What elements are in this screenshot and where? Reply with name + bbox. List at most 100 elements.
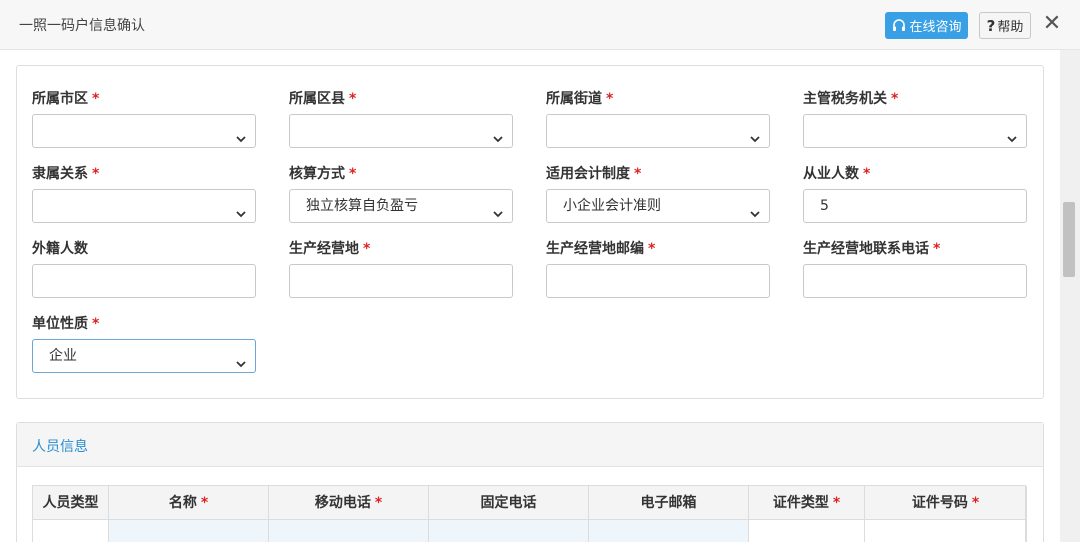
required-asterisk: * xyxy=(349,91,357,107)
column-header-label: 移动电话 xyxy=(314,495,371,511)
required-asterisk: * xyxy=(200,495,209,511)
field-label: 所属街道 * xyxy=(546,88,613,108)
field-label-text: 所属街道 xyxy=(546,91,602,107)
field-label: 生产经营地联系电话 * xyxy=(803,238,940,258)
close-icon[interactable]: ✕ xyxy=(1042,13,1062,36)
text-field[interactable] xyxy=(289,264,513,298)
required-asterisk: * xyxy=(648,241,656,257)
select-field[interactable] xyxy=(803,114,1027,148)
field-label-text: 从业人数 xyxy=(803,166,859,182)
chevron-down-icon xyxy=(1006,125,1018,143)
required-asterisk: * xyxy=(971,495,980,511)
help-label: 帮助 xyxy=(997,20,1024,35)
field-label: 生产经营地邮编 * xyxy=(546,238,655,258)
required-asterisk: * xyxy=(363,241,371,257)
field-label: 主管税务机关 * xyxy=(803,88,898,108)
table-cell[interactable] xyxy=(865,520,1027,542)
personnel-table-header: 人员类型 名称 * 移动电话 * 固定电话 电子邮箱 证件类型 * 证件号码 * xyxy=(33,486,1027,520)
select-field[interactable]: 独立核算自负盈亏 xyxy=(289,189,513,223)
required-asterisk: * xyxy=(606,91,614,107)
field-label-text: 隶属关系 xyxy=(32,166,88,182)
required-asterisk: * xyxy=(92,91,100,107)
help-button[interactable]: ? 帮助 xyxy=(979,12,1031,39)
field-value: 企业 xyxy=(49,348,77,364)
field-value: 5 xyxy=(820,198,829,214)
scrollbar-thumb[interactable] xyxy=(1063,202,1075,277)
column-header-label: 证件号码 xyxy=(911,495,968,511)
required-asterisk: * xyxy=(349,166,357,182)
table-row[interactable] xyxy=(33,520,1027,542)
text-field[interactable] xyxy=(32,264,256,298)
required-asterisk: * xyxy=(634,166,642,182)
chevron-down-icon xyxy=(749,125,761,143)
table-cell[interactable] xyxy=(429,520,589,542)
select-field[interactable]: 小企业会计准则 xyxy=(546,189,770,223)
field-label: 适用会计制度 * xyxy=(546,163,641,183)
column-header: 固定电话 xyxy=(429,486,589,520)
scrollbar-track[interactable] xyxy=(1060,50,1080,542)
column-header: 移动电话 * xyxy=(269,486,429,520)
column-header: 电子邮箱 xyxy=(589,486,749,520)
select-field[interactable] xyxy=(32,189,256,223)
chevron-down-icon xyxy=(235,350,247,368)
enterprise-info-panel: 所属市区 * 所属区县 * 所属街道 * 主管税务机关 * 隶属关系 * 核算方式 * 独立核算自负盈亏… xyxy=(16,65,1044,399)
field-label: 从业人数 * xyxy=(803,163,870,183)
table-cell[interactable] xyxy=(749,520,865,542)
field-label-text: 核算方式 xyxy=(289,166,345,182)
chevron-down-icon xyxy=(749,200,761,218)
chevron-down-icon xyxy=(492,200,504,218)
select-field[interactable] xyxy=(546,114,770,148)
table-cell[interactable] xyxy=(589,520,749,542)
online-consult-button[interactable]: 在线咨询 xyxy=(885,12,968,39)
field-label: 所属市区 * xyxy=(32,88,99,108)
select-field[interactable]: 企业 xyxy=(32,339,256,373)
dialog-title: 一照一码户信息确认 xyxy=(19,18,145,34)
column-header-label: 固定电话 xyxy=(480,495,537,511)
field-label: 生产经营地 * xyxy=(289,238,370,258)
field-label: 所属区县 * xyxy=(289,88,356,108)
required-asterisk: * xyxy=(92,166,100,182)
text-field[interactable] xyxy=(546,264,770,298)
required-asterisk: * xyxy=(863,166,871,182)
field-label-text: 单位性质 xyxy=(32,316,88,332)
field-label: 核算方式 * xyxy=(289,163,356,183)
required-asterisk: * xyxy=(933,241,941,257)
column-header-label: 人员类型 xyxy=(42,495,99,511)
column-header: 人员类型 xyxy=(33,486,109,520)
column-header-label: 电子邮箱 xyxy=(640,495,697,511)
required-asterisk: * xyxy=(92,316,100,332)
field-label: 单位性质 * xyxy=(32,313,99,333)
field-label-text: 外籍人数 xyxy=(32,241,88,257)
column-header-label: 证件类型 xyxy=(772,495,829,511)
table-cell[interactable] xyxy=(33,520,109,542)
required-asterisk: * xyxy=(832,495,841,511)
chevron-down-icon xyxy=(235,200,247,218)
personnel-info-title: 人员信息 xyxy=(32,439,88,455)
personnel-info-panel: 人员信息 人员类型 名称 * 移动电话 * 固定电话 电子邮箱 证件类型 * 证件号码 * xyxy=(16,422,1044,542)
required-asterisk: * xyxy=(891,91,899,107)
table-cell[interactable] xyxy=(109,520,269,542)
field-value: 独立核算自负盈亏 xyxy=(306,198,418,214)
dialog-titlebar: 一照一码户信息确认 在线咨询 ? 帮助 ✕ xyxy=(0,0,1080,50)
field-label-text: 所属区县 xyxy=(289,91,345,107)
table-cell[interactable] xyxy=(269,520,429,542)
select-field[interactable] xyxy=(289,114,513,148)
required-asterisk: * xyxy=(374,495,383,511)
question-mark-icon: ? xyxy=(986,16,996,35)
field-label-text: 主管税务机关 xyxy=(803,91,887,107)
field-label: 隶属关系 * xyxy=(32,163,99,183)
online-consult-label: 在线咨询 xyxy=(909,20,962,35)
column-header: 证件类型 * xyxy=(749,486,865,520)
text-field[interactable] xyxy=(803,264,1027,298)
field-label: 外籍人数 xyxy=(32,238,88,258)
text-field[interactable]: 5 xyxy=(803,189,1027,223)
field-label-text: 生产经营地邮编 xyxy=(546,241,644,257)
column-header: 名称 * xyxy=(109,486,269,520)
chevron-down-icon xyxy=(492,125,504,143)
column-header: 证件号码 * xyxy=(865,486,1027,520)
select-field[interactable] xyxy=(32,114,256,148)
chevron-down-icon xyxy=(235,125,247,143)
field-label-text: 生产经营地 xyxy=(289,241,359,257)
headset-icon xyxy=(893,18,906,31)
field-label-text: 生产经营地联系电话 xyxy=(803,241,929,257)
